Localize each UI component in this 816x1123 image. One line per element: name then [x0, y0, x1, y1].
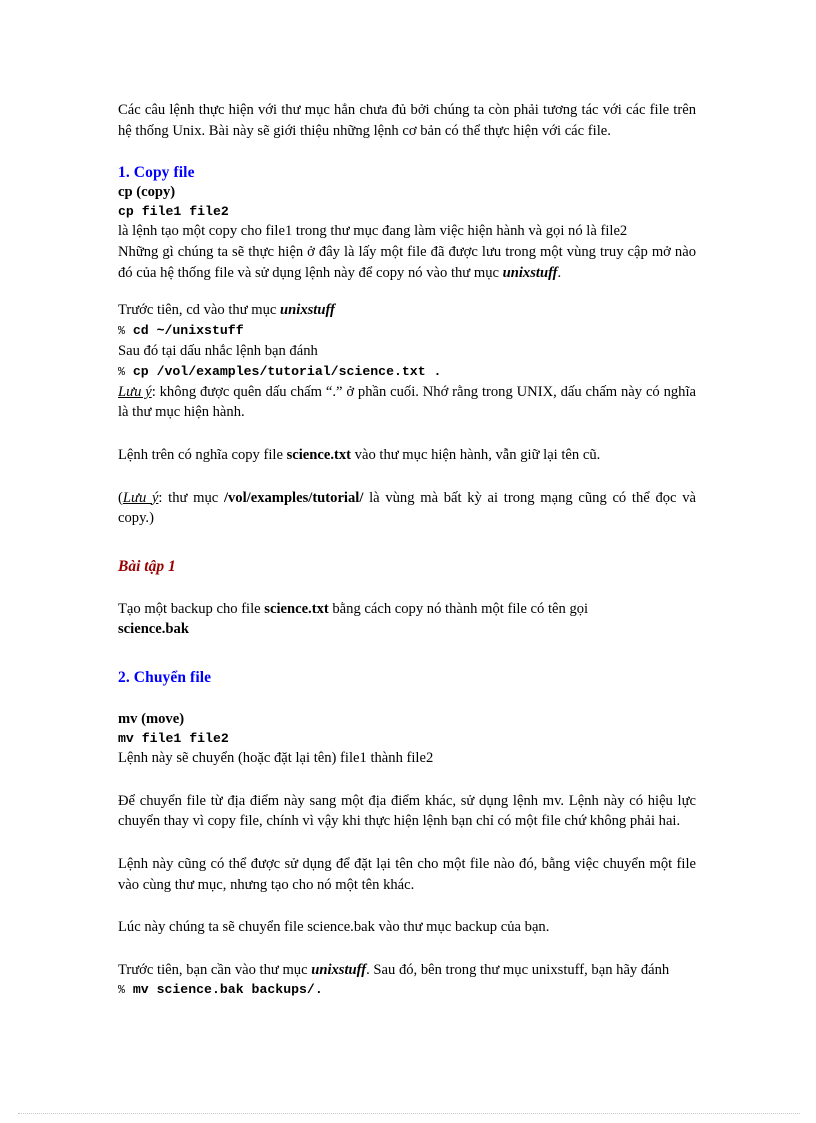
- shell-command-mv: mv science.bak backups/.: [132, 982, 323, 998]
- note-2-label: Lưu ý: [122, 489, 159, 506]
- dir-unixstuff: unixstuff: [280, 302, 335, 319]
- exercise-target-file: science.bak: [118, 619, 696, 640]
- section-1-description-line-1: là lệnh tạo một copy cho file1 trong thư…: [118, 223, 628, 240]
- section-1-command-name: cp (copy): [118, 184, 176, 201]
- section-2-heading: 2. Chuyển file: [118, 668, 212, 686]
- section-1-heading: 1. Copy file: [118, 164, 195, 182]
- shell-command-cd: cd ~/unixstuff: [132, 322, 244, 338]
- exercise-text-b: bằng cách copy nó thành một file có tên …: [328, 600, 589, 617]
- shell-prompt: %: [118, 365, 125, 379]
- shell-prompt: %: [118, 984, 125, 998]
- section-1-step-1: Trước tiên, cd vào thư mục unixstuff: [118, 300, 696, 321]
- step-text-b: . Sau đó, bên trong thư mục unixstuff, b…: [366, 961, 670, 978]
- shell-prompt: %: [118, 324, 125, 338]
- step-1-text: Trước tiên, cd vào thư mục: [118, 302, 281, 319]
- exercise-text-a: Tạo một backup cho file: [118, 600, 265, 617]
- exercise-heading: Bài tập 1: [118, 557, 176, 575]
- path-tutorial: /vol/examples/tutorial/: [223, 489, 364, 506]
- section-1-step-2: Sau đó tại dấu nhắc lệnh bạn đánh: [118, 342, 318, 359]
- dir-unixstuff: unixstuff: [311, 961, 367, 978]
- section-2-paragraph-2: Lệnh này cũng có thể được sử dụng để đặt…: [118, 855, 696, 893]
- section-2-description-line-1: Lệnh này sẽ chuyển (hoặc đặt lại tên) fi…: [118, 750, 434, 767]
- step-text-a: Trước tiên, bạn cần vào thư mục: [118, 961, 312, 978]
- section-1-note-2: (Lưu ý: thư mục /vol/examples/tutorial/ …: [118, 488, 696, 529]
- note-2-text-a: : thư mục: [158, 489, 224, 506]
- footer-divider: [18, 1113, 800, 1114]
- note-text: : không được quên dấu chấm “.” ở phần cu…: [118, 383, 696, 421]
- section-2-paragraph-1: Để chuyển file từ địa điểm này sang một …: [118, 792, 696, 830]
- file-science-txt: science.txt: [286, 446, 352, 463]
- section-1-description-line-2: Những gì chúng ta sẽ thực hiện ở đây là …: [118, 242, 696, 283]
- section-2-paragraph-3: Lúc này chúng ta sẽ chuyển file science.…: [118, 919, 550, 936]
- desc-text-a: Những gì chúng ta sẽ thực hiện ở đây là …: [118, 243, 696, 281]
- desc-text-b: .: [557, 264, 562, 281]
- meaning-text-b: vào thư mục hiện hành, vẫn giữ lại tên c…: [351, 446, 601, 463]
- document-page: Các câu lệnh thực hiện với thư mục hẳn c…: [0, 0, 816, 1123]
- shell-command-cp: cp /vol/examples/tutorial/science.txt .: [132, 363, 442, 379]
- exercise-text: Tạo một backup cho file science.txt bằng…: [118, 599, 696, 620]
- meaning-text-a: Lệnh trên có nghĩa copy file: [118, 446, 287, 463]
- file-science-txt: science.txt: [264, 600, 329, 617]
- file-science-bak: science.bak: [118, 621, 189, 638]
- dir-unixstuff: unixstuff: [502, 264, 558, 281]
- section-2-step: Trước tiên, bạn cần vào thư mục unixstuf…: [118, 960, 696, 981]
- note-label: Lưu ý: [118, 383, 152, 400]
- intro-paragraph: Các câu lệnh thực hiện với thư mục hẳn c…: [118, 102, 696, 139]
- section-2-command-syntax: mv file1 file2: [118, 730, 229, 746]
- section-2-cmd-mv-line: % mv science.bak backups/.: [118, 980, 696, 1000]
- section-2-command-name: mv (move): [118, 710, 185, 727]
- document-body: Các câu lệnh thực hiện với thư mục hẳn c…: [118, 100, 696, 1000]
- section-1-cmd-cp-line: % cp /vol/examples/tutorial/science.txt …: [118, 362, 696, 382]
- section-1-cmd-cd-line: % cd ~/unixstuff: [118, 321, 696, 341]
- section-1-command-syntax: cp file1 file2: [118, 204, 229, 220]
- section-1-meaning: Lệnh trên có nghĩa copy file science.txt…: [118, 445, 696, 466]
- section-1-note: Lưu ý: không được quên dấu chấm “.” ở ph…: [118, 382, 696, 423]
